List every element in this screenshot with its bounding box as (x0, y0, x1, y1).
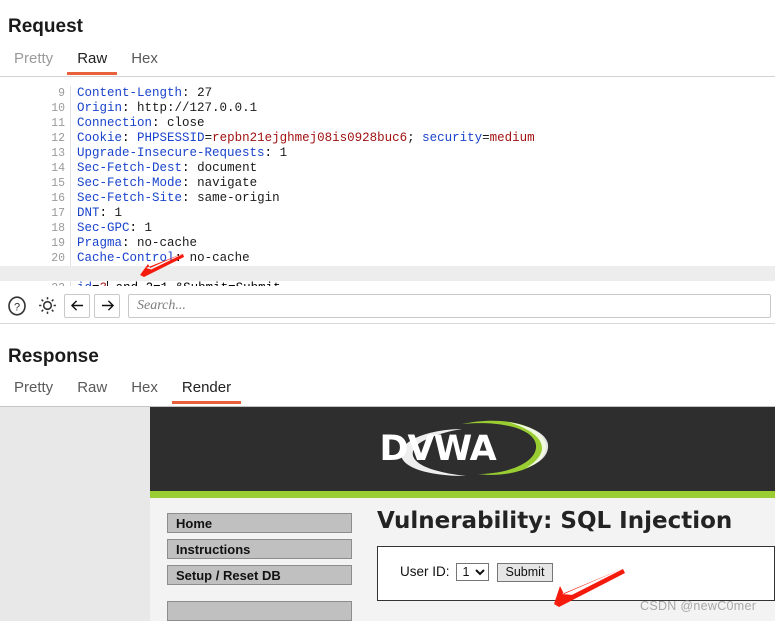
csdn-watermark: CSDN @newC0mer (640, 599, 757, 613)
request-line: 19 Pragma: no-cache (0, 221, 775, 251)
request-raw-editor[interactable]: 9 Content-Length: 27 10 Origin: http://127… (0, 76, 775, 286)
request-line: 10 Origin: http://127.0.0.1 (0, 86, 775, 116)
request-line: 13 Upgrade-Insecure-Requests: 1 (0, 131, 775, 161)
sidebar-item-home[interactable]: Home (167, 513, 352, 533)
dvwa-header-banner: DVWA (150, 407, 775, 491)
response-panel-title: Response (8, 346, 99, 367)
page-title: Vulnerability: SQL Injection (377, 508, 733, 534)
tab-response-pretty[interactable]: Pretty (4, 378, 63, 404)
tab-request-pretty[interactable]: Pretty (4, 49, 63, 75)
body-injection-payload: and 2=1 (108, 281, 176, 286)
dvwa-main-content: Vulnerability: SQL Injection User ID: 1 … (377, 508, 775, 601)
dvwa-sidebar-menu: Home Instructions Setup / Reset DB (167, 513, 352, 621)
body-rest: &Submit=Submit (176, 281, 281, 286)
svg-text:?: ? (14, 301, 20, 313)
tab-response-render[interactable]: Render (171, 378, 242, 404)
request-line-blank: 21 (0, 251, 775, 281)
user-id-select[interactable]: 1 (455, 563, 489, 581)
request-line: 20 Cache-Control: no-cache (0, 236, 775, 266)
user-id-label: User ID: (400, 564, 450, 579)
tab-response-hex[interactable]: Hex (121, 378, 168, 404)
search-input[interactable] (128, 293, 771, 318)
tab-response-raw[interactable]: Raw (67, 378, 117, 404)
gear-icon[interactable] (34, 293, 60, 319)
request-line: 9 Content-Length: 27 (0, 77, 775, 101)
editor-toolbar: ? (0, 288, 775, 324)
body-param-name: id (77, 281, 92, 286)
request-line: 11 Connection: close (0, 101, 775, 131)
request-line: 15 Sec-Fetch-Mode: navigate (0, 161, 775, 191)
tab-request-raw[interactable]: Raw (67, 49, 118, 75)
request-line: 18 Sec-GPC: 1 (0, 206, 775, 236)
dvwa-page: DVWA Home Instructions Setup / Reset DB … (150, 407, 775, 621)
request-line-body[interactable]: 22 id=3 and 2=1 &Submit=Submit (0, 266, 775, 286)
question-circle-icon[interactable]: ? (4, 293, 30, 319)
dvwa-logo-text: DVWA (379, 429, 497, 469)
sidebar-item-partial[interactable] (167, 601, 352, 621)
forward-arrow-button[interactable] (94, 293, 120, 318)
response-render-pane: DVWA Home Instructions Setup / Reset DB … (0, 406, 775, 621)
line-number: 22 (45, 281, 72, 286)
request-line-cookie: 12 Cookie: PHPSESSID=repbn21ejghmej08is09… (0, 116, 775, 146)
request-line: 17 DNT: 1 (0, 191, 775, 221)
sql-injection-form: User ID: 1 Submit (377, 546, 775, 601)
body-param-value: 3 (100, 281, 108, 286)
request-line: 14 Sec-Fetch-Dest: document (0, 146, 775, 176)
dvwa-logo: DVWA (358, 416, 568, 482)
back-arrow-button[interactable] (64, 293, 90, 318)
request-line: 16 Sec-Fetch-Site: same-origin (0, 176, 775, 206)
request-tab-bar: Pretty Raw Hex (0, 49, 168, 75)
body-equals: = (92, 281, 100, 286)
sidebar-item-setup-reset-db[interactable]: Setup / Reset DB (167, 565, 352, 585)
response-tab-bar: Pretty Raw Hex Render (0, 378, 242, 404)
sidebar-item-instructions[interactable]: Instructions (167, 539, 352, 559)
request-panel-title: Request (8, 16, 83, 37)
submit-button[interactable]: Submit (496, 563, 554, 582)
tab-request-hex[interactable]: Hex (121, 49, 168, 75)
dvwa-green-divider (150, 491, 775, 498)
burp-suite-window: Request Pretty Raw Hex 9 Content-Length: … (0, 0, 775, 621)
